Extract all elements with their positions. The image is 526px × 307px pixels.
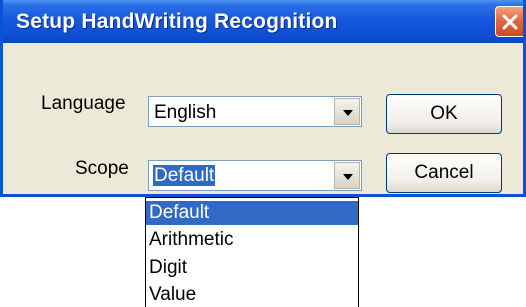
scope-dropdown-arrow-icon[interactable] xyxy=(334,162,360,189)
close-button[interactable] xyxy=(495,6,523,37)
scope-value: Default xyxy=(153,165,216,186)
language-value: English xyxy=(154,102,217,123)
cancel-button[interactable]: Cancel xyxy=(386,153,502,193)
title-bar[interactable]: Setup HandWriting Recognition xyxy=(3,0,523,43)
close-icon xyxy=(502,14,518,30)
scope-select[interactable]: Default xyxy=(148,160,362,191)
scope-option-default[interactable]: Default xyxy=(146,201,358,225)
setup-dialog: Setup HandWriting Recognition Language E… xyxy=(0,0,526,197)
scope-option-arithmetic[interactable]: Arithmetic xyxy=(146,228,358,252)
scope-option-digit[interactable]: Digit xyxy=(146,256,358,280)
language-select[interactable]: English xyxy=(148,96,362,127)
language-label: Language xyxy=(41,93,126,114)
ok-button[interactable]: OK xyxy=(386,94,502,134)
language-dropdown-arrow-icon[interactable] xyxy=(334,98,360,125)
scope-label: Scope xyxy=(75,158,129,179)
scope-dropdown-list: Default Arithmetic Digit Value xyxy=(145,197,359,307)
dialog-title: Setup HandWriting Recognition xyxy=(16,10,338,33)
scope-option-value[interactable]: Value xyxy=(146,283,358,307)
